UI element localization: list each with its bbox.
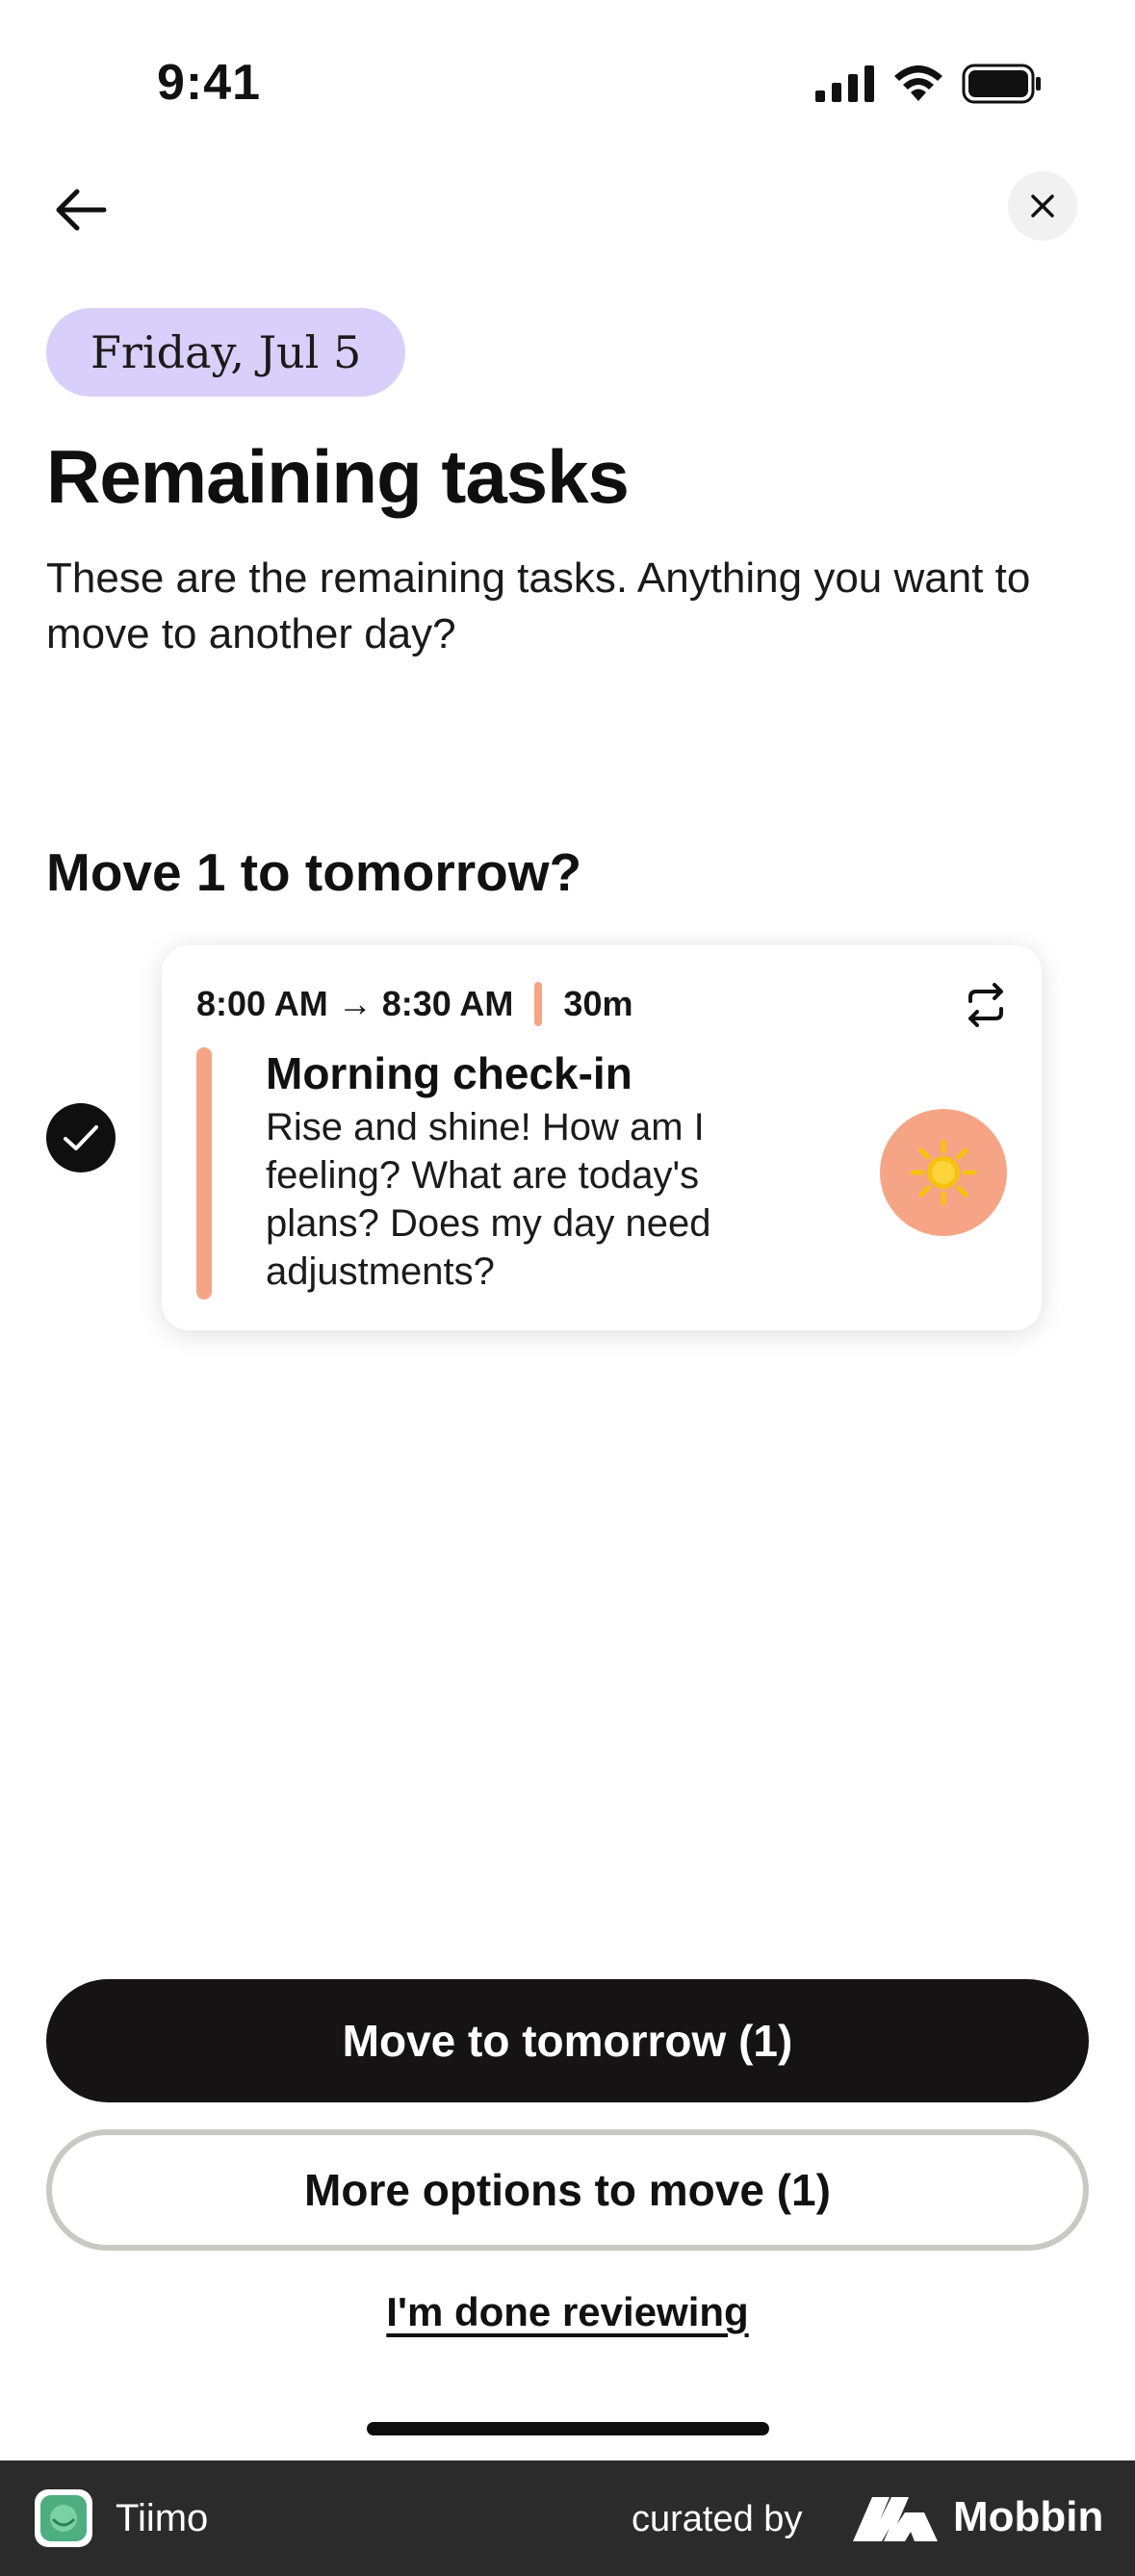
close-icon bbox=[1031, 194, 1054, 218]
sun-icon bbox=[910, 1139, 977, 1206]
mobbin-logo-icon bbox=[853, 2497, 938, 2541]
status-icons bbox=[815, 62, 1043, 106]
task-color-bar bbox=[196, 1047, 212, 1300]
home-indicator bbox=[367, 2422, 769, 2435]
cellular-signal-icon bbox=[815, 65, 874, 102]
date-chip: Friday, Jul 5 bbox=[46, 308, 406, 397]
time-separator bbox=[534, 982, 543, 1026]
done-reviewing-link[interactable]: I'm done reviewing bbox=[386, 2289, 748, 2334]
top-bar bbox=[0, 164, 1135, 250]
move-to-tomorrow-button[interactable]: Move to tomorrow (1) bbox=[46, 1979, 1089, 2102]
wifi-icon bbox=[894, 65, 942, 101]
task-duration: 30m bbox=[563, 984, 633, 1023]
task-select-checkbox[interactable] bbox=[46, 1103, 116, 1172]
status-bar: 9:41 bbox=[0, 0, 1135, 154]
more-options-button[interactable]: More options to move (1) bbox=[46, 2129, 1089, 2251]
back-arrow-icon bbox=[56, 189, 107, 231]
back-button[interactable] bbox=[46, 175, 116, 245]
task-time-row: 8:00 AM → 8:30 AM 30m bbox=[196, 980, 632, 1028]
checkmark-icon bbox=[64, 1125, 98, 1150]
task-time-range: 8:00 AM → 8:30 AM bbox=[196, 984, 514, 1023]
task-icon-badge bbox=[880, 1109, 1007, 1236]
done-reviewing-link-row: I'm done reviewing bbox=[0, 2289, 1135, 2335]
footer-brand: Mobbin bbox=[953, 2493, 1104, 2540]
battery-icon bbox=[962, 64, 1041, 104]
task-card[interactable]: 8:00 AM → 8:30 AM 30m Morning check-in R… bbox=[162, 945, 1042, 1330]
footer-curated-by: curated by bbox=[632, 2499, 803, 2539]
status-time: 9:41 bbox=[157, 55, 262, 111]
section-heading: Move 1 to tomorrow? bbox=[46, 842, 582, 902]
footer-bar: Tiimo curated by Mobbin bbox=[0, 2460, 1135, 2576]
close-button[interactable] bbox=[1008, 171, 1077, 241]
page-title: Remaining tasks bbox=[46, 434, 630, 519]
task-title: Morning check-in bbox=[266, 1048, 632, 1098]
repeat-icon bbox=[959, 978, 1013, 1032]
tiimo-app-icon bbox=[35, 2489, 92, 2547]
footer-app-name: Tiimo bbox=[116, 2497, 209, 2539]
task-description: Rise and shine! How am I feeling? What a… bbox=[266, 1106, 711, 1293]
page-subtitle: These are the remaining tasks. Anything … bbox=[46, 554, 1031, 657]
